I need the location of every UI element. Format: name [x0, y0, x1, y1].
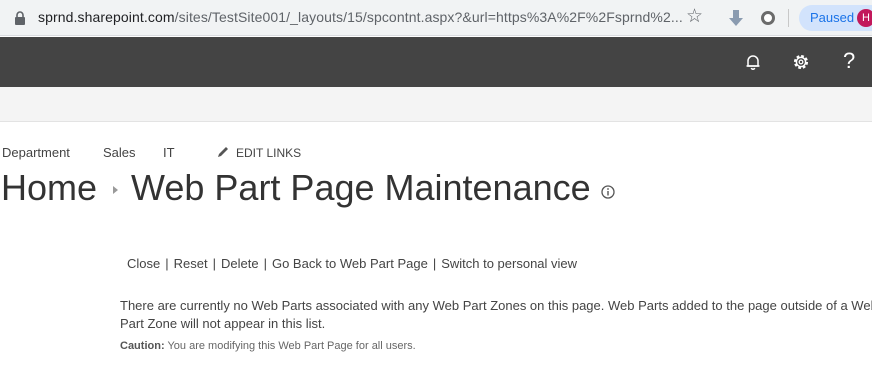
bell-icon[interactable] — [744, 53, 762, 71]
page-title-text: Web Part Page Maintenance — [131, 167, 591, 208]
url-host: sprnd.sharepoint.com — [38, 9, 175, 25]
go-back-link[interactable]: Go Back to Web Part Page — [272, 256, 428, 271]
caution-note: Caution: You are modifying this Web Part… — [120, 340, 416, 352]
switch-personal-view-link[interactable]: Switch to personal view — [441, 256, 577, 271]
page-title: Home Web Part Page Maintenance — [1, 166, 615, 210]
pencil-icon — [218, 147, 228, 157]
toolbar-divider — [788, 9, 789, 27]
edit-links-label: EDIT LINKS — [236, 146, 302, 160]
suite-bar: ? — [0, 37, 872, 87]
ribbon-bar — [0, 87, 872, 122]
avatar: H — [857, 9, 872, 27]
help-icon[interactable]: ? — [843, 47, 855, 75]
separator: | — [432, 256, 437, 271]
gear-icon[interactable] — [790, 51, 812, 73]
breadcrumb-home[interactable]: Home — [1, 167, 97, 208]
browser-address-bar: sprnd.sharepoint.com/sites/TestSite001/_… — [0, 0, 872, 36]
paused-label: Paused — [810, 10, 855, 25]
nav-item-department[interactable]: Department — [2, 145, 70, 160]
close-link[interactable]: Close — [127, 256, 160, 271]
nav-item-sales[interactable]: Sales — [103, 145, 136, 160]
reset-link[interactable]: Reset — [174, 256, 208, 271]
nav-item-it[interactable]: IT — [163, 145, 175, 160]
caution-text: You are modifying this Web Part Page for… — [164, 340, 416, 352]
info-icon[interactable] — [601, 185, 615, 199]
profile-paused-button[interactable]: Paused H — [799, 5, 872, 31]
separator: | — [212, 256, 216, 271]
maintenance-actions: Close | Reset | Delete | Go Back to Web Part P… — [127, 256, 577, 271]
edit-links-button[interactable]: EDIT LINKS — [216, 145, 301, 160]
no-web-parts-message: There are currently no Web Parts associa… — [120, 298, 872, 331]
star-icon[interactable]: ☆ — [686, 7, 703, 27]
circle-extension-icon[interactable] — [761, 11, 775, 25]
url-field[interactable]: sprnd.sharepoint.com/sites/TestSite001/_… — [38, 9, 683, 25]
url-path: /sites/TestSite001/_layouts/15/spcontnt.… — [174, 9, 683, 25]
breadcrumb-arrow-icon — [113, 186, 119, 194]
delete-link[interactable]: Delete — [221, 256, 259, 271]
caution-label: Caution: — [120, 340, 165, 352]
separator: | — [263, 256, 267, 271]
separator: | — [165, 256, 169, 271]
download-extension-icon[interactable] — [727, 9, 745, 27]
lock-icon[interactable] — [14, 11, 26, 25]
